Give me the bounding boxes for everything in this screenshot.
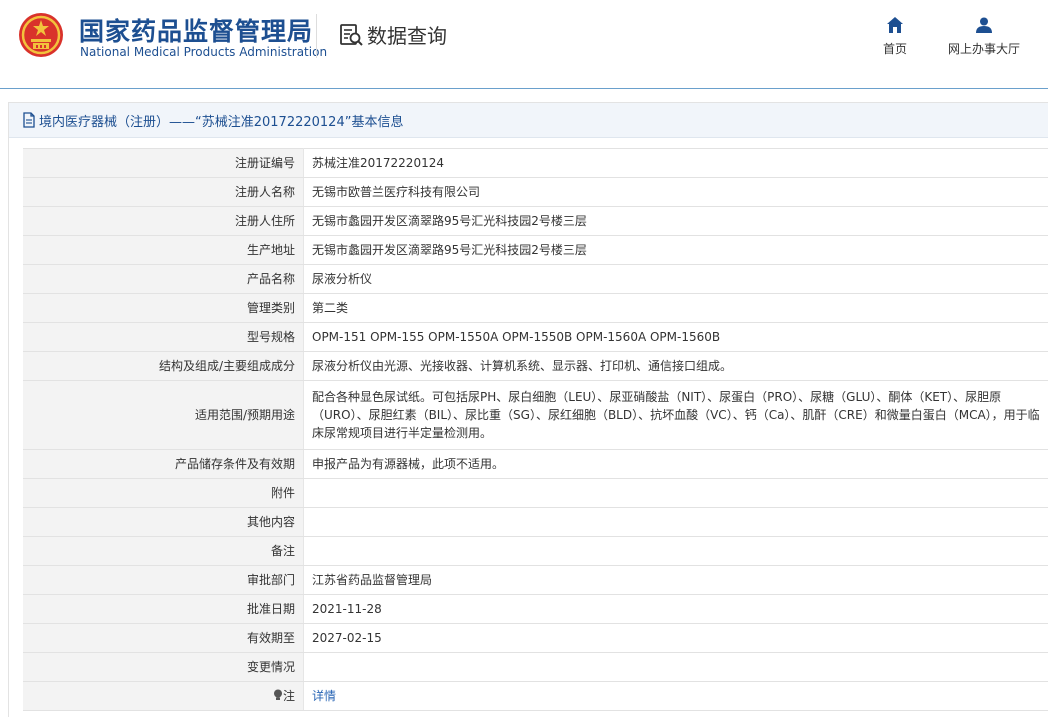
table-row: 注册证编号 苏械注准20172220124 [23,149,1048,178]
row-value: 无锡市蠡园开发区滴翠路95号汇光科技园2号楼三层 [304,236,1048,265]
details-link[interactable]: 详情 [312,689,336,703]
note-value-cell: 详情 [304,682,1048,711]
row-label: 生产地址 [23,236,304,265]
row-value: 苏械注准20172220124 [304,149,1048,178]
table-row: 产品储存条件及有效期 申报产品为有源器械，此项不适用。 [23,450,1048,479]
home-icon [886,16,904,34]
lightbulb-icon [273,689,283,701]
row-label: 产品储存条件及有效期 [23,450,304,479]
table-row: 型号规格 OPM-151 OPM-155 OPM-1550A OPM-1550B… [23,323,1048,352]
row-label: 审批部门 [23,566,304,595]
data-search-icon [338,22,364,48]
nav-online-hall[interactable]: 网上办事大厅 [948,16,1020,57]
nav-home-label: 首页 [883,40,907,57]
row-label: 附件 [23,479,304,508]
row-label: 批准日期 [23,595,304,624]
table-row: 批准日期 2021-11-28 [23,595,1048,624]
national-emblem-icon [18,12,64,58]
table-row: 生产地址 无锡市蠡园开发区滴翠路95号汇光科技园2号楼三层 [23,236,1048,265]
document-icon [21,112,37,128]
table-row: 注 详情 [23,682,1048,711]
row-label: 管理类别 [23,294,304,323]
row-value [304,508,1048,537]
table-row: 有效期至 2027-02-15 [23,624,1048,653]
row-value: 2021-11-28 [304,595,1048,624]
row-label: 有效期至 [23,624,304,653]
header-divider [316,14,317,58]
table-row: 管理类别 第二类 [23,294,1048,323]
note-label: 注 [283,689,295,703]
site-header: 国家药品监督管理局 National Medical Products Admi… [0,0,1048,89]
row-label: 注册证编号 [23,149,304,178]
row-value: 尿液分析仪 [304,265,1048,294]
row-value [304,479,1048,508]
basic-info-panel: 境内医疗器械（注册）——“苏械注准20172220124”基本信息 注册证编号 … [8,102,1048,717]
table-row: 注册人住所 无锡市蠡园开发区滴翠路95号汇光科技园2号楼三层 [23,207,1048,236]
row-label: 型号规格 [23,323,304,352]
row-label: 注册人名称 [23,178,304,207]
row-value: 尿液分析仪由光源、光接收器、计算机系统、显示器、打印机、通信接口组成。 [304,352,1048,381]
row-label: 注册人住所 [23,207,304,236]
table-row: 变更情况 [23,653,1048,682]
row-value: 2027-02-15 [304,624,1048,653]
table-row: 备注 [23,537,1048,566]
row-value: OPM-151 OPM-155 OPM-1550A OPM-1550B OPM-… [304,323,1048,352]
row-value [304,537,1048,566]
row-value: 江苏省药品监督管理局 [304,566,1048,595]
row-label: 变更情况 [23,653,304,682]
panel-title: 境内医疗器械（注册）——“苏械注准20172220124”基本信息 [39,111,403,130]
row-label: 备注 [23,537,304,566]
table-row: 附件 [23,479,1048,508]
row-value: 第二类 [304,294,1048,323]
row-label: 适用范围/预期用途 [23,381,304,450]
row-label: 产品名称 [23,265,304,294]
row-value: 无锡市欧普兰医疗科技有限公司 [304,178,1048,207]
table-row: 结构及组成/主要组成成分 尿液分析仪由光源、光接收器、计算机系统、显示器、打印机… [23,352,1048,381]
table-row: 注册人名称 无锡市欧普兰医疗科技有限公司 [23,178,1048,207]
table-row: 其他内容 [23,508,1048,537]
nav-home[interactable]: 首页 [883,16,907,57]
row-label: 其他内容 [23,508,304,537]
user-icon [975,16,993,34]
row-value: 配合各种显色尿试纸。可包括尿PH、尿白细胞（LEU）、尿亚硝酸盐（NIT）、尿蛋… [304,381,1048,450]
table-row: 适用范围/预期用途 配合各种显色尿试纸。可包括尿PH、尿白细胞（LEU）、尿亚硝… [23,381,1048,450]
row-label: 结构及组成/主要组成成分 [23,352,304,381]
row-value [304,653,1048,682]
data-search-label: 数据查询 [367,20,447,49]
table-row: 产品名称 尿液分析仪 [23,265,1048,294]
data-search-title: 数据查询 [338,20,447,49]
site-title-cn: 国家药品监督管理局 [79,12,313,48]
site-title-en: National Medical Products Administration [80,45,327,59]
row-value: 申报产品为有源器械，此项不适用。 [304,450,1048,479]
info-table: 注册证编号 苏械注准20172220124 注册人名称 无锡市欧普兰医疗科技有限… [23,148,1048,711]
row-value: 无锡市蠡园开发区滴翠路95号汇光科技园2号楼三层 [304,207,1048,236]
note-label-cell: 注 [23,682,304,711]
table-row: 审批部门 江苏省药品监督管理局 [23,566,1048,595]
panel-header: 境内医疗器械（注册）——“苏械注准20172220124”基本信息 [9,103,1048,138]
nav-online-hall-label: 网上办事大厅 [948,40,1020,57]
